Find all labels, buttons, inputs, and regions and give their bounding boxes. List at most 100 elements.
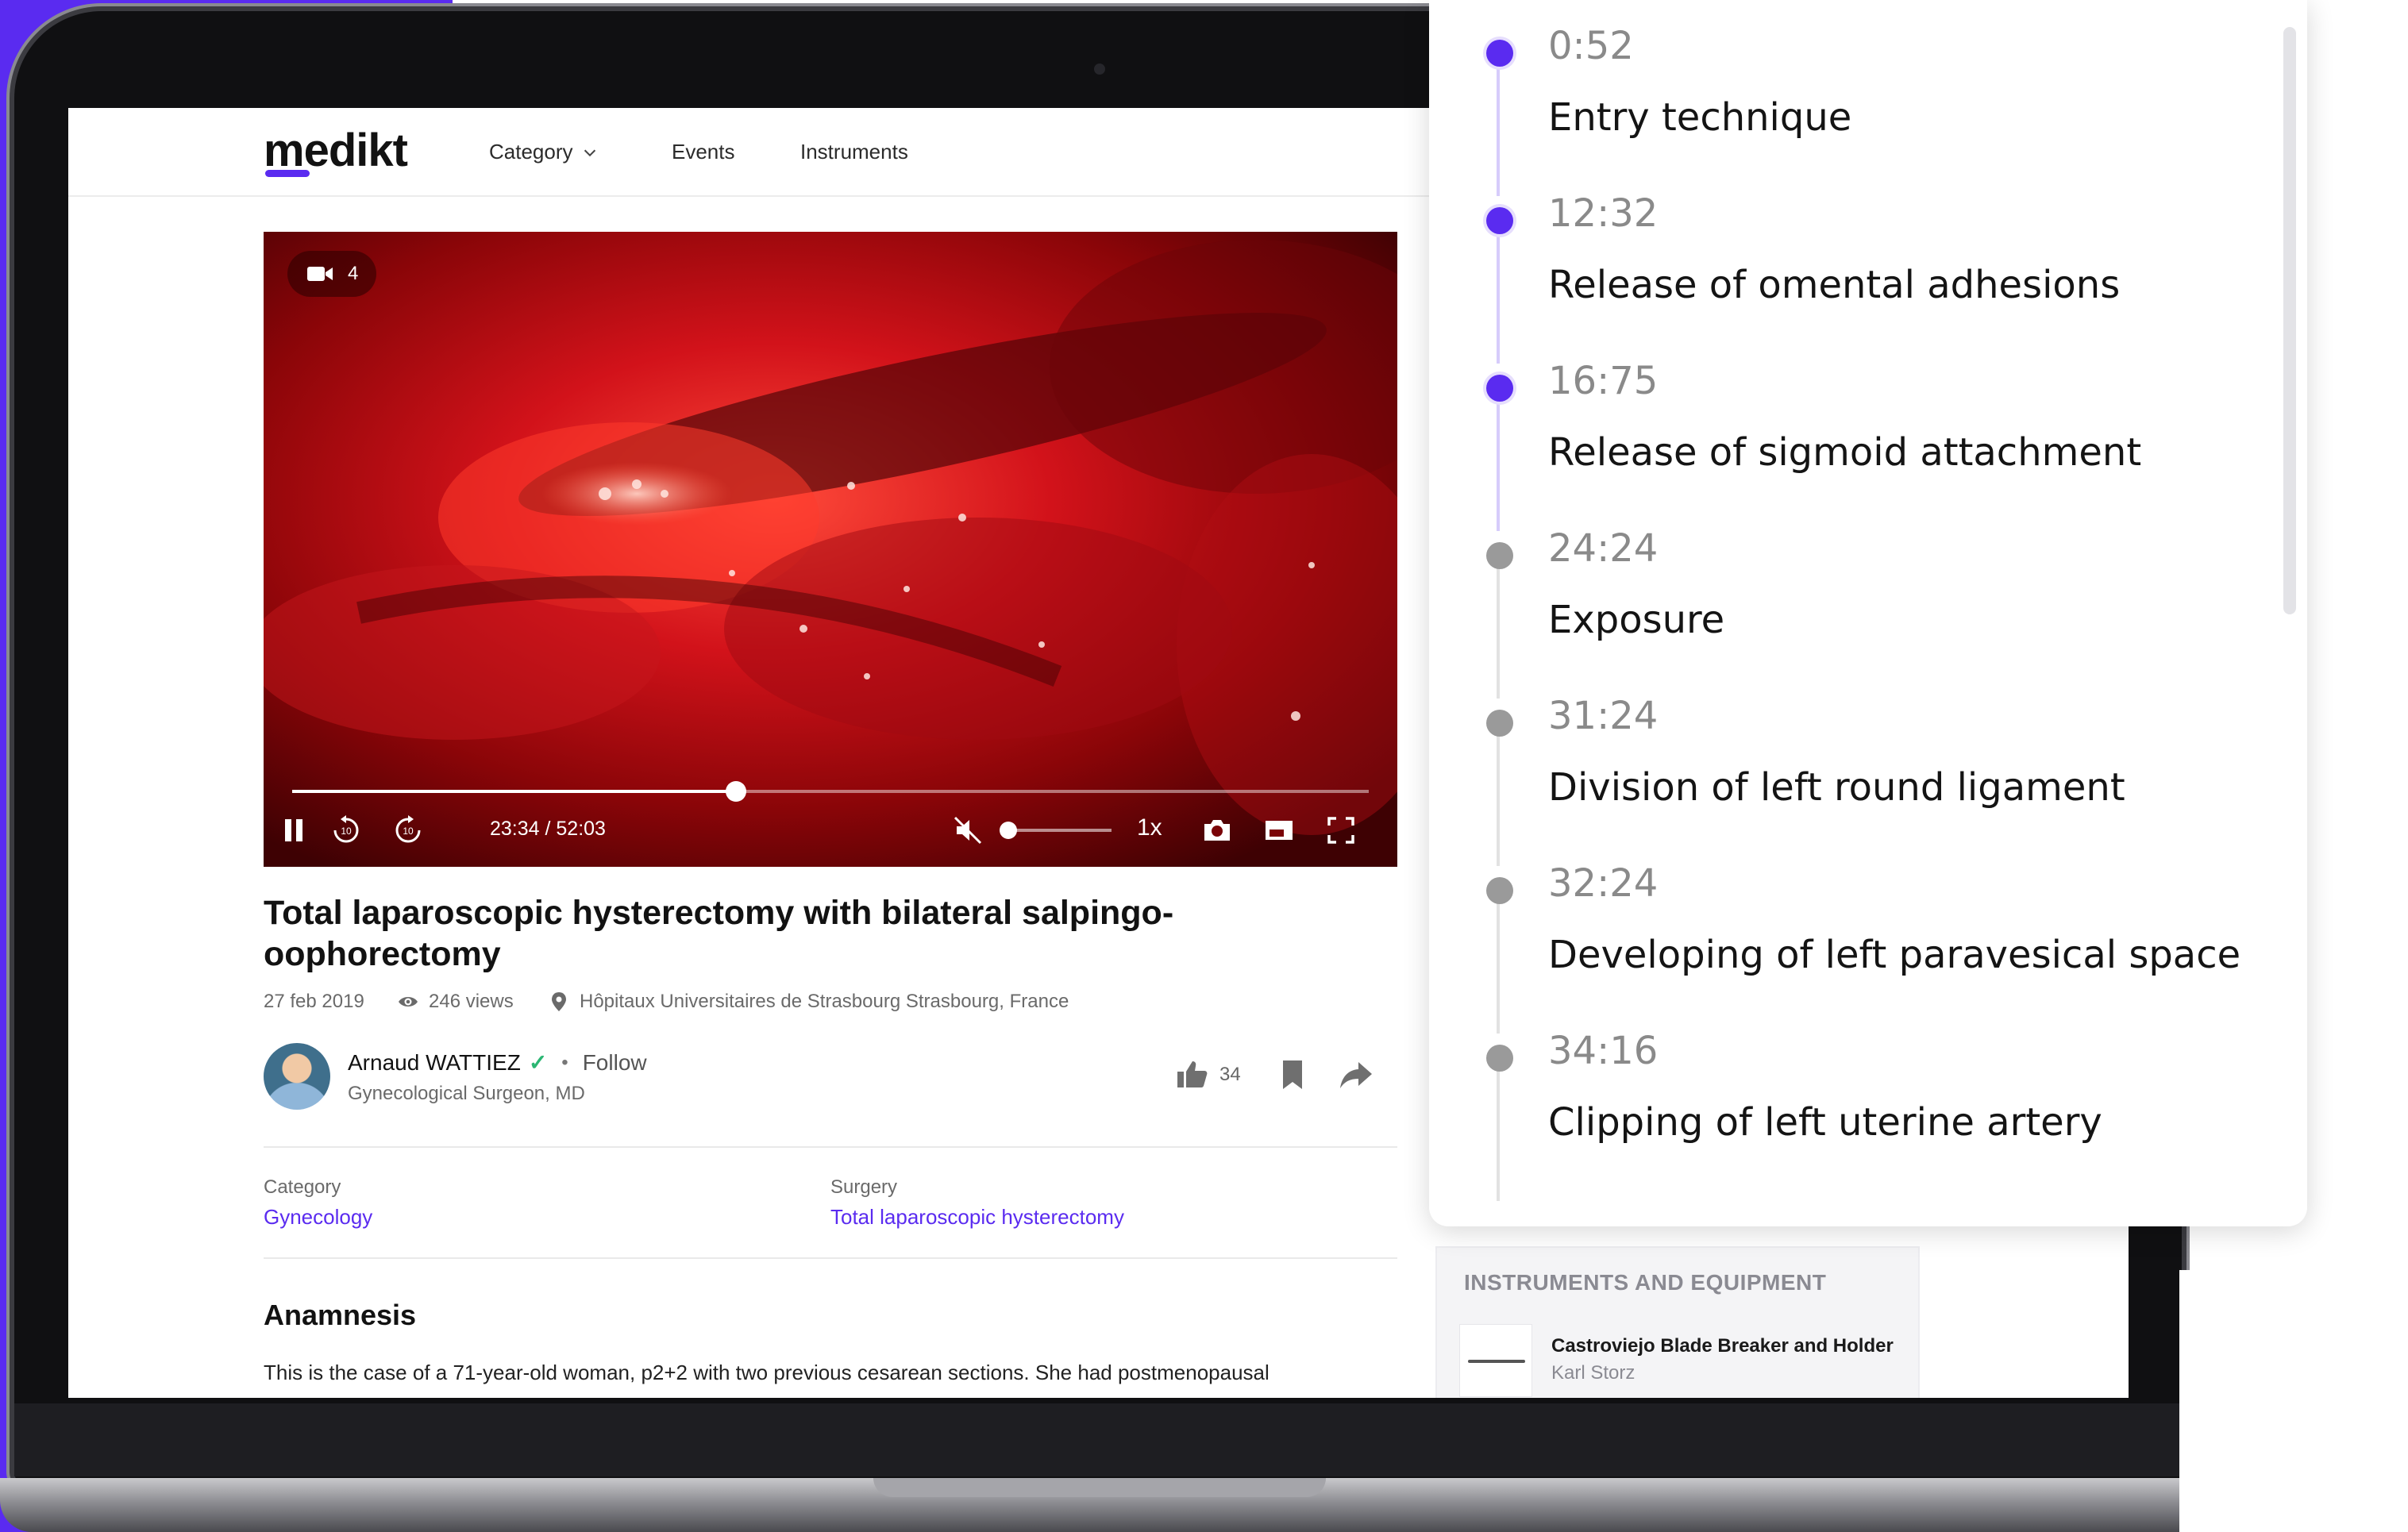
like-count: 34 — [1219, 1064, 1241, 1085]
volume-handle[interactable] — [1000, 822, 1017, 839]
separator-dot: • — [561, 1051, 568, 1073]
video-progress-fill — [292, 790, 737, 793]
nav-instruments[interactable]: Instruments — [800, 140, 908, 164]
timeline-connector — [1497, 64, 1500, 196]
view-count-text: 246 views — [429, 991, 514, 1012]
forward-10-icon: 10 — [395, 815, 421, 843]
timeline-connector — [1497, 231, 1500, 364]
fullscreen-button[interactable] — [1320, 811, 1362, 849]
section-text: This is the case of a 71-year-old woman,… — [264, 1361, 1269, 1384]
chapters-scrollbar[interactable] — [2283, 27, 2296, 614]
video-frame — [264, 232, 1397, 867]
publish-date-text: 27 feb 2019 — [264, 991, 364, 1012]
divider — [264, 1146, 1397, 1148]
chapter-title[interactable]: Entry technique — [1548, 95, 1851, 140]
chapter-dot[interactable] — [1486, 542, 1513, 569]
timeline-connector — [1497, 398, 1500, 531]
chapter-title[interactable]: Release of omental adhesions — [1548, 263, 2120, 307]
chapter-title[interactable]: Clipping of left uterine artery — [1548, 1100, 2102, 1145]
forward-10-button[interactable]: 10 — [384, 811, 432, 849]
volume-slider[interactable] — [1000, 822, 1112, 839]
chapter-time[interactable]: 0:52 — [1548, 24, 1634, 68]
share-button[interactable] — [1339, 1057, 1374, 1092]
divider — [264, 1257, 1397, 1259]
location-pin-icon — [552, 992, 566, 1011]
location: Hôpitaux Universitaires de Strasbourg St… — [548, 991, 1069, 1013]
snapshot-button[interactable] — [1196, 811, 1239, 849]
chapter-dot[interactable] — [1486, 710, 1513, 737]
webcam — [1094, 64, 1105, 75]
volume-muted-icon — [954, 816, 982, 845]
timeline-connector — [1497, 901, 1500, 1034]
nav-category[interactable]: Category — [489, 140, 599, 164]
timeline-connector — [1497, 1068, 1500, 1201]
surgery-link[interactable]: Total laparoscopic hysterectomy — [830, 1205, 1124, 1230]
svg-text:10: 10 — [403, 826, 414, 837]
chevron-down-icon — [584, 149, 595, 156]
author-name[interactable]: Arnaud WATTIEZ — [348, 1050, 521, 1076]
chapter-time[interactable]: 31:24 — [1548, 694, 1658, 738]
author-avatar[interactable] — [264, 1043, 330, 1110]
nav-events[interactable]: Events — [672, 140, 735, 164]
rewind-10-icon: 10 — [333, 815, 359, 843]
laptop-bottom-bezel — [14, 1403, 2182, 1476]
nav-instruments-label: Instruments — [800, 140, 908, 164]
pause-icon — [285, 819, 302, 841]
fullscreen-icon — [1327, 817, 1354, 844]
video-title: Total laparoscopic hysterectomy with bil… — [264, 894, 1174, 973]
share-arrow-icon — [1340, 1062, 1372, 1088]
logo-underline — [265, 170, 310, 177]
instruments-card: INSTRUMENTS AND EQUIPMENT Castroviejo Bl… — [1435, 1246, 1920, 1398]
chapter-dot[interactable] — [1486, 375, 1513, 402]
chapter-dot[interactable] — [1486, 1045, 1513, 1072]
chapter-title[interactable]: Developing of left paravesical space — [1548, 933, 2240, 977]
playback-speed-button[interactable]: 1x — [1137, 814, 1162, 841]
video-progress-bar[interactable] — [292, 781, 1369, 802]
author-row: Arnaud WATTIEZ ✓ • Follow — [348, 1049, 647, 1076]
logo[interactable]: medikt — [264, 124, 408, 177]
timeline-connector — [1497, 733, 1500, 866]
bookmark-button[interactable] — [1275, 1057, 1310, 1092]
bookmark-icon — [1283, 1060, 1302, 1089]
chapter-time[interactable]: 12:32 — [1548, 191, 1658, 236]
instrument-name[interactable]: Castroviejo Blade Breaker and Holder — [1551, 1335, 1894, 1357]
eye-icon — [399, 997, 418, 1007]
chapter-time[interactable]: 16:75 — [1548, 359, 1658, 403]
rewind-10-button[interactable]: 10 — [322, 811, 370, 849]
follow-button[interactable]: Follow — [583, 1050, 647, 1076]
chapter-title[interactable]: Release of sigmoid attachment — [1548, 430, 2141, 475]
pip-button[interactable] — [1258, 811, 1300, 849]
author-role: Gynecological Surgeon, MD — [348, 1083, 585, 1104]
location-text: Hôpitaux Universitaires de Strasbourg St… — [580, 991, 1069, 1012]
video-camera-icon — [307, 267, 333, 281]
chapters-panel: 0:52 Entry technique 12:32 Release of oment… — [1429, 0, 2307, 1226]
chapter-title[interactable]: Division of left round ligament — [1548, 765, 2125, 810]
section-heading: Anamnesis — [264, 1299, 417, 1331]
video-timecode: 23:34 / 52:03 — [490, 818, 606, 840]
thumbs-up-icon — [1177, 1061, 1208, 1087]
category-label: Category — [264, 1176, 341, 1198]
camera-icon — [1204, 820, 1230, 841]
chapter-dot[interactable] — [1486, 40, 1513, 67]
timeline-connector — [1497, 566, 1500, 699]
chapter-time[interactable]: 34:16 — [1548, 1029, 1658, 1073]
like-button[interactable]: 34 — [1175, 1057, 1241, 1092]
category-link[interactable]: Gynecology — [264, 1205, 372, 1230]
chapter-dot[interactable] — [1486, 207, 1513, 234]
verified-check-icon: ✓ — [528, 1050, 548, 1075]
chapter-dot[interactable] — [1486, 877, 1513, 904]
nav-events-label: Events — [672, 140, 735, 164]
chapter-time[interactable]: 32:24 — [1548, 861, 1658, 906]
mute-button[interactable] — [946, 811, 989, 849]
surgery-label: Surgery — [830, 1176, 898, 1198]
chapter-title[interactable]: Exposure — [1548, 598, 1724, 642]
chapter-time[interactable]: 24:24 — [1548, 526, 1658, 571]
camera-angles-badge[interactable]: 4 — [287, 251, 376, 297]
instrument-brand: Karl Storz — [1551, 1362, 1636, 1384]
view-count: 246 views — [397, 991, 514, 1013]
nav-category-label: Category — [489, 140, 573, 164]
svg-text:10: 10 — [341, 826, 352, 837]
video-player[interactable]: 4 10 10 23:34 / 52:03 1x — [264, 232, 1397, 867]
pause-button[interactable] — [275, 811, 313, 849]
instrument-thumbnail[interactable] — [1459, 1324, 1532, 1397]
